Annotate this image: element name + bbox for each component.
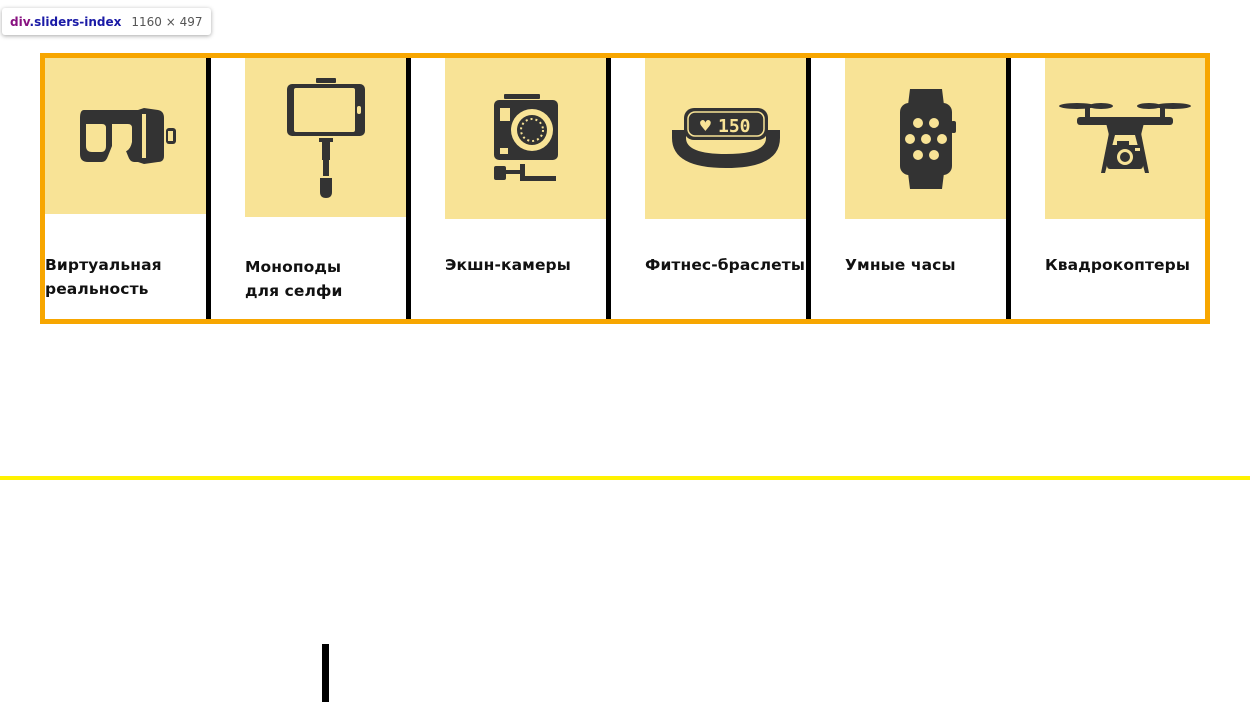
category-card-selfie[interactable]: Моноподы для селфи (245, 58, 406, 319)
category-image (245, 58, 406, 217)
separator (406, 58, 411, 319)
category-image (1045, 58, 1205, 219)
category-image (845, 58, 1006, 219)
black-bar (322, 644, 329, 702)
vr-headset-icon (79, 108, 176, 164)
page: div.sliders-index 1160 × 497 Виртуальная… (0, 0, 1250, 702)
drone-icon (1059, 102, 1191, 173)
category-card-smartwatch[interactable]: Умные часы (845, 58, 1006, 319)
category-card-action-camera[interactable]: Экшн-камеры (445, 58, 606, 319)
category-label: Виртуальная реальность (45, 256, 162, 298)
tooltip-class: .sliders-index (29, 14, 122, 29)
highlight-line (0, 476, 1250, 480)
category-image (45, 58, 206, 214)
category-card-fitness[interactable]: ♥ 150 Фитнес-браслеты (645, 58, 806, 319)
category-label: Фитнес-браслеты (645, 256, 805, 274)
fitness-band-heart-icon: ♥ (700, 116, 711, 137)
tooltip-dimensions: 1160 × 497 (131, 14, 203, 29)
category-label: Моноподы для селфи (245, 258, 343, 300)
category-card-drone[interactable]: Квадрокоптеры (1045, 58, 1205, 319)
separator (606, 58, 611, 319)
category-label: Квадрокоптеры (1045, 256, 1190, 274)
category-image (445, 58, 606, 219)
separator (806, 58, 811, 319)
tooltip-tag: div (10, 14, 30, 29)
fitness-band-icon: ♥ 150 (671, 107, 780, 168)
selfie-stick-icon (286, 77, 365, 198)
separator (1006, 58, 1011, 319)
inspector-tooltip: div.sliders-index 1160 × 497 (2, 8, 211, 35)
action-camera-icon (493, 93, 558, 181)
category-label: Экшн-камеры (445, 256, 571, 274)
fitness-band-display: 150 (718, 116, 751, 137)
separator (206, 58, 211, 319)
sliders-index: Виртуальная реальность Моноподы для селф… (40, 53, 1210, 324)
category-image: ♥ 150 (645, 58, 806, 219)
category-label: Умные часы (845, 256, 956, 274)
category-card-vr[interactable]: Виртуальная реальность (45, 58, 206, 319)
smartwatch-icon (899, 88, 956, 189)
